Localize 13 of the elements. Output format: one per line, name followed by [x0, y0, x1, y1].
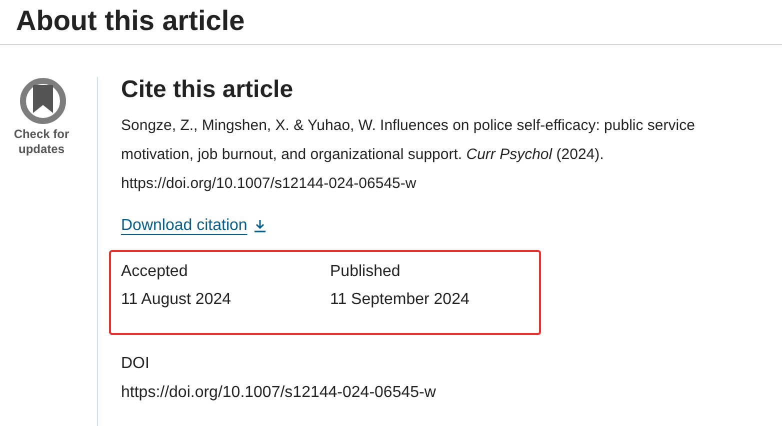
doi-value: https://doi.org/10.1007/s12144-024-06545-w	[121, 383, 436, 403]
section-heading: About this article	[16, 4, 245, 38]
date-value: 11 August 2024	[121, 290, 232, 310]
download-icon	[253, 219, 268, 233]
date-label: Published	[330, 262, 400, 282]
citation-text: Songze, Z., Mingshen, X. & Yuhao, W. Influences on police self-efficacy: public service motivation, job burnout, and organizational support. Curr Psychol (2024). https://doi.org/10.1007/s12144-024-06545-w	[121, 116, 696, 194]
date-value: 11 September 2024	[330, 290, 470, 310]
cite-title: Cite this article	[121, 75, 294, 105]
date-label: Accepted	[121, 262, 188, 282]
doi-label: DOI	[121, 354, 150, 374]
bookmark-icon[interactable]	[18, 77, 66, 125]
check-updates-label[interactable]: Check for updates	[12, 127, 72, 157]
download-citation-link[interactable]: Download citation	[121, 215, 268, 237]
